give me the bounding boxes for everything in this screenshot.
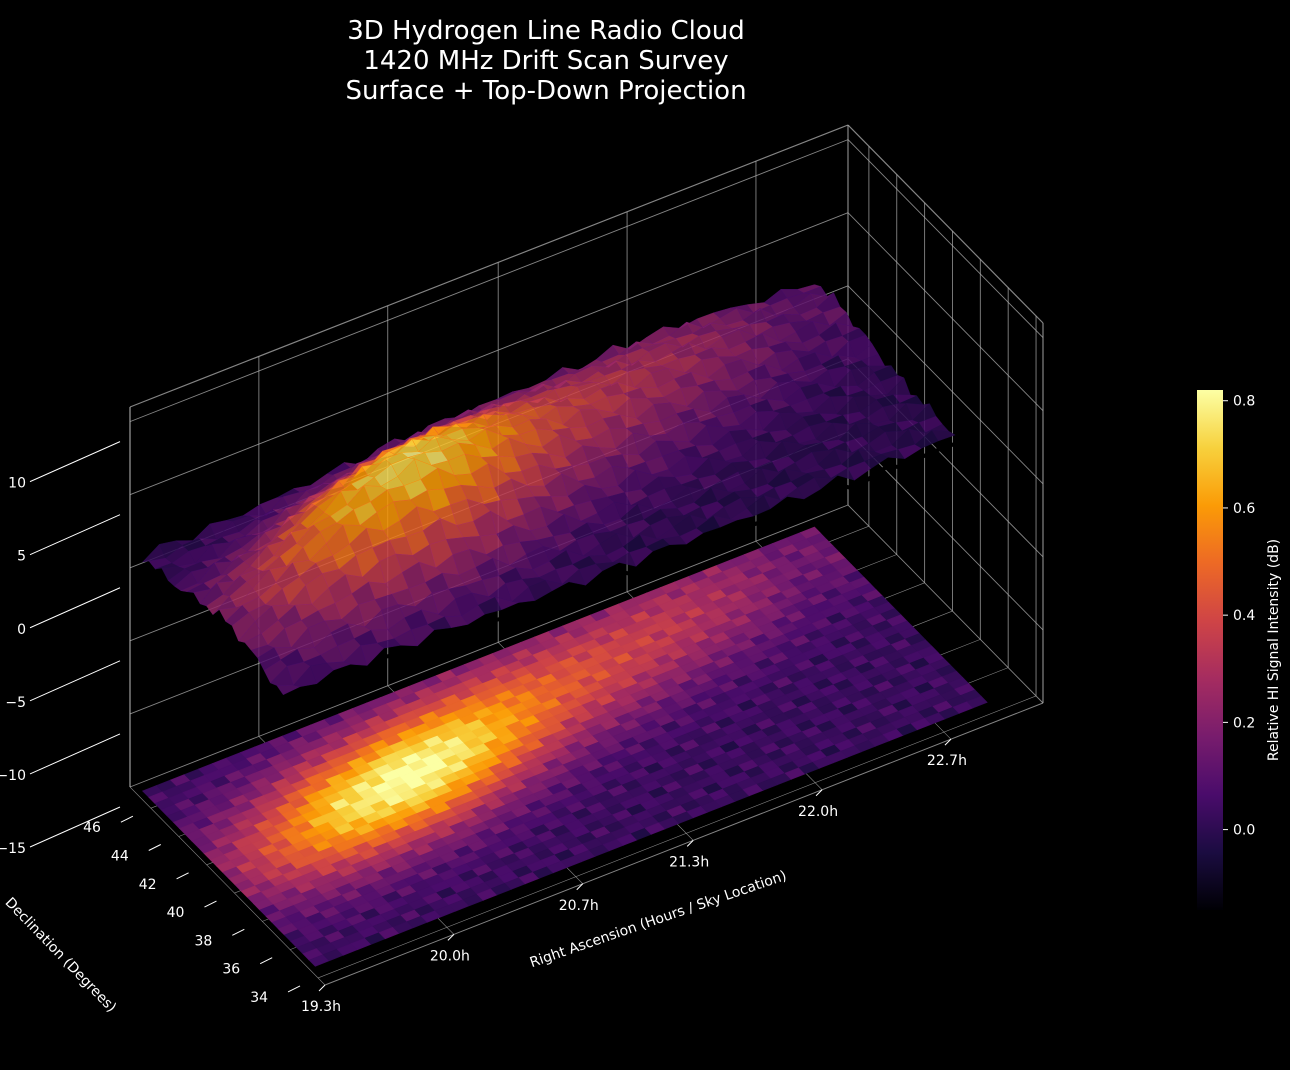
z-tick-mark-2 [29,660,121,702]
colorbar-gradient [1197,390,1223,910]
y-tick-mark-6 [120,815,134,823]
colorbar-tick-label-1: 0.2 [1233,715,1255,731]
y-tick-label-5: 44 [111,849,129,865]
colorbar-tick-label-3: 0.6 [1233,501,1255,517]
y-tick-mark-4 [176,872,189,880]
grid-line-side-z-5 [847,139,1044,338]
x-axis-label: Right Ascension (Hours / Sky Location) [528,868,789,971]
x-tick-label-1: 20.0h [430,948,470,964]
z-tick-label-0: −15 [0,841,26,857]
x-tick-label-5: 22.7h [927,753,967,769]
z-tick-label-2: −5 [5,695,26,711]
colorbar-label: Relative HI Signal Intensity (dB) [1266,539,1282,761]
x-tick-label-0: 19.3h [301,999,341,1015]
y-tick-mark-1 [259,957,273,965]
y-axis-label: Declination (Degrees) [2,895,120,1016]
z-tick-label-4: 5 [17,549,26,565]
colorbar-tick-label-0: 0.0 [1233,823,1255,839]
z-tick-label-3: 0 [17,622,26,638]
z-tick-mark-4 [29,514,121,556]
y-tick-label-1: 36 [222,962,240,978]
pane-edge-top-side [847,124,1044,324]
colorbar: 0.0 0.2 0.4 0.6 0.8 Relative HI Signal Intens… [1197,390,1282,910]
y-tick-label-0: 34 [250,990,268,1006]
surface-cell-840 [276,684,301,696]
z-tick-label-1: −10 [0,768,26,784]
colorbar-tick-label-4: 0.8 [1233,394,1255,410]
z-tick-mark-3 [29,587,121,629]
x-tick-label-4: 22.0h [798,804,838,820]
x-tick-label-3: 21.3h [669,854,709,870]
y-tick-label-2: 38 [194,933,212,949]
y-tick-label-4: 42 [139,877,157,893]
y-tick-mark-0 [287,985,301,993]
y-tick-mark-2 [232,928,245,936]
x-tick-label-2: 20.7h [559,898,599,914]
z-tick-mark-5 [29,441,121,483]
y-tick-label-3: 40 [167,905,185,921]
x-tick-mark-0 [318,984,326,992]
y-tick-mark-5 [148,844,161,851]
y-tick-mark-3 [204,900,217,908]
colorbar-tick-label-2: 0.4 [1233,608,1255,624]
z-tick-label-5: 10 [8,476,26,492]
z-tick-mark-0 [29,806,121,848]
z-tick-mark-1 [29,733,121,775]
surface-plot: 19.3h 20.0h 20.7h 21.3h 22.0h 22.7h 34 36 38 40 42… [0,124,1282,1016]
